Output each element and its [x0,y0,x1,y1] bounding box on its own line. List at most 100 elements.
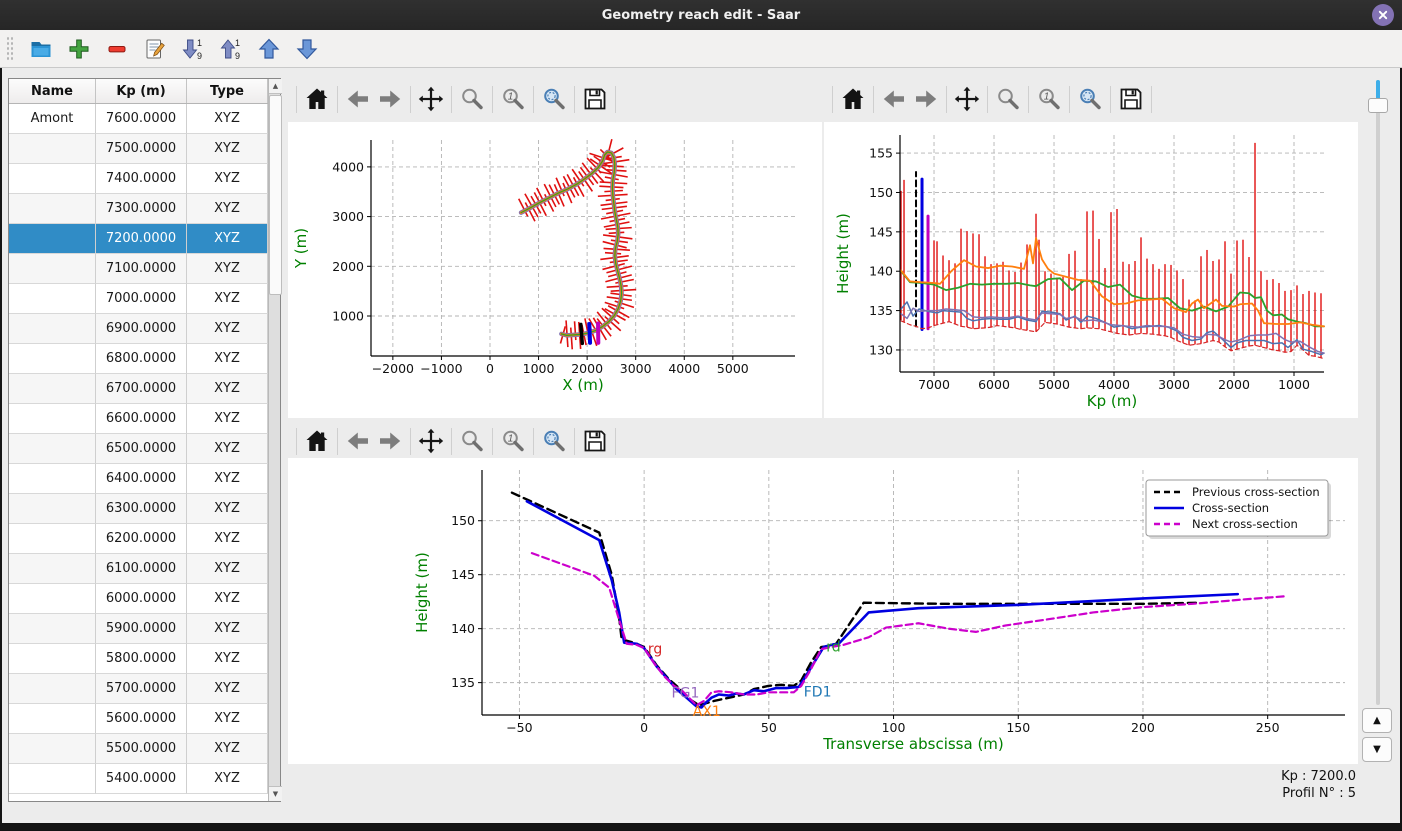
table-cell[interactable]: 6700.0000 [96,374,187,404]
table-cell[interactable] [9,494,96,524]
add-profile-button[interactable] [65,35,93,63]
edit-profile-button[interactable] [141,35,169,63]
table-cell[interactable]: XYZ [187,464,268,494]
table-cell[interactable]: XYZ [187,194,268,224]
back-button[interactable] [878,83,910,115]
save-button[interactable] [579,83,611,115]
table-row[interactable]: 7000.0000XYZ [9,284,268,314]
table-cell[interactable]: 7300.0000 [96,194,187,224]
table-cell[interactable] [9,524,96,554]
table-cell[interactable] [9,194,96,224]
cross-section-canvas[interactable]: −50050100150200250135140145150Transverse… [288,458,1358,764]
table-cell[interactable]: 6100.0000 [96,554,187,584]
table-cell[interactable]: 6500.0000 [96,434,187,464]
table-row[interactable]: 7400.0000XYZ [9,164,268,194]
plan-view-canvas[interactable]: −2000−1000010002000300040005000100020003… [288,122,822,418]
table-cell[interactable]: 5600.0000 [96,704,187,734]
table-row[interactable]: 6900.0000XYZ [9,314,268,344]
table-cell[interactable] [9,344,96,374]
table-cell[interactable]: 7200.0000 [96,224,187,254]
table-cell[interactable]: XYZ [187,284,268,314]
sort-descending-button[interactable]: 19 [179,35,207,63]
table-cell[interactable]: 7000.0000 [96,284,187,314]
table-row[interactable]: Amont7600.0000XYZ [9,104,268,134]
slider-groove[interactable] [1376,80,1380,705]
zoom-region-button[interactable] [538,425,570,457]
zoom-button[interactable] [456,83,488,115]
table-row[interactable]: 6300.0000XYZ [9,494,268,524]
table-cell[interactable]: 7600.0000 [96,104,187,134]
forward-button[interactable] [374,83,406,115]
table-row[interactable]: 6400.0000XYZ [9,464,268,494]
table-row[interactable]: 6600.0000XYZ [9,404,268,434]
scroll-up-icon[interactable]: ▲ [269,79,282,94]
home-button[interactable] [837,83,869,115]
table-cell[interactable] [9,464,96,494]
scrollbar-thumb[interactable] [269,95,282,295]
column-header-type[interactable]: Type [187,79,268,103]
table-cell[interactable]: XYZ [187,554,268,584]
table-cell[interactable] [9,614,96,644]
table-row[interactable]: 7300.0000XYZ [9,194,268,224]
table-cell[interactable]: 7400.0000 [96,164,187,194]
table-row[interactable]: 5400.0000XYZ [9,764,268,794]
zoom-button[interactable] [992,83,1024,115]
profile-down-button[interactable]: ▼ [1362,737,1392,762]
table-cell[interactable]: XYZ [187,254,268,284]
table-cell[interactable]: 6300.0000 [96,494,187,524]
table-cell[interactable]: 7100.0000 [96,254,187,284]
zoom-region-button[interactable] [1074,83,1106,115]
table-cell[interactable]: Amont [9,104,96,134]
table-cell[interactable]: XYZ [187,404,268,434]
table-row[interactable]: 6700.0000XYZ [9,374,268,404]
save-button[interactable] [1115,83,1147,115]
table-row[interactable]: 5800.0000XYZ [9,644,268,674]
pan-button[interactable] [415,83,447,115]
column-header-kp[interactable]: Kp (m) [96,79,187,103]
table-cell[interactable] [9,134,96,164]
remove-profile-button[interactable] [103,35,131,63]
profile-up-button[interactable]: ▲ [1362,708,1392,733]
table-cell[interactable] [9,434,96,464]
table-cell[interactable]: 5900.0000 [96,614,187,644]
table-cell[interactable] [9,644,96,674]
table-cell[interactable]: XYZ [187,764,268,794]
forward-button[interactable] [374,425,406,457]
zoom-one-button[interactable]: 1 [497,425,529,457]
table-row[interactable]: 6800.0000XYZ [9,344,268,374]
table-row[interactable]: 7200.0000XYZ [9,224,268,254]
table-row[interactable]: 6000.0000XYZ [9,584,268,614]
table-cell[interactable]: XYZ [187,524,268,554]
move-down-button[interactable] [293,35,321,63]
longitudinal-profile-canvas[interactable]: 7000600050004000300020001000130135140145… [824,122,1358,418]
table-cell[interactable]: 5800.0000 [96,644,187,674]
table-cell[interactable]: XYZ [187,374,268,404]
home-button[interactable] [301,425,333,457]
table-cell[interactable]: 6400.0000 [96,464,187,494]
pan-button[interactable] [951,83,983,115]
slider-handle[interactable] [1368,98,1388,113]
table-cell[interactable] [9,224,96,254]
close-button[interactable] [1372,4,1394,26]
table-cell[interactable]: 6900.0000 [96,314,187,344]
pan-button[interactable] [415,425,447,457]
table-row[interactable]: 6100.0000XYZ [9,554,268,584]
table-cell[interactable]: 5500.0000 [96,734,187,764]
table-cell[interactable] [9,404,96,434]
open-button[interactable] [27,35,55,63]
table-cell[interactable]: 6200.0000 [96,524,187,554]
table-cell[interactable] [9,554,96,584]
table-row[interactable]: 5600.0000XYZ [9,704,268,734]
table-cell[interactable]: 6600.0000 [96,404,187,434]
column-header-name[interactable]: Name [9,79,96,103]
table-cell[interactable]: XYZ [187,104,268,134]
table-cell[interactable]: XYZ [187,344,268,374]
table-cell[interactable]: XYZ [187,164,268,194]
table-cell[interactable] [9,734,96,764]
table-cell[interactable]: XYZ [187,644,268,674]
table-cell[interactable]: XYZ [187,314,268,344]
table-cell[interactable] [9,704,96,734]
table-cell[interactable]: XYZ [187,224,268,254]
table-cell[interactable]: XYZ [187,674,268,704]
home-button[interactable] [301,83,333,115]
